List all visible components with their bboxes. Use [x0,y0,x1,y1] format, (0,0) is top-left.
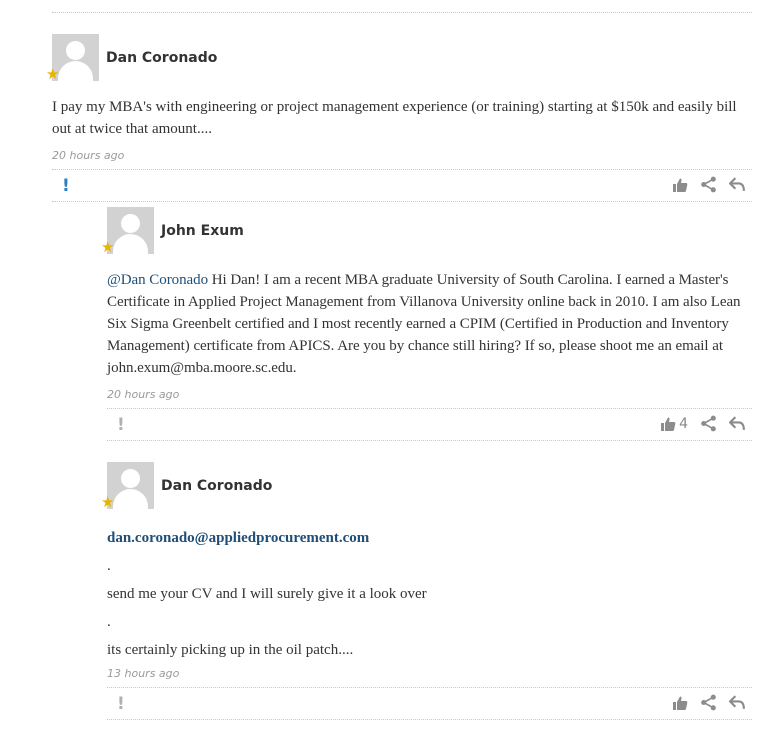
share-icon[interactable] [700,176,717,193]
star-icon: ★ [101,495,115,511]
thumbs-up-icon [673,696,688,710]
flag-button[interactable]: ! [117,415,125,435]
mention-link[interactable]: @Dan Coronado [107,272,208,288]
flag-button[interactable]: ! [62,176,70,196]
comment-timestamp: 13 hours ago [107,667,180,680]
comment-timestamp: 20 hours ago [107,388,180,401]
thumbs-up-icon [673,178,688,192]
like-button[interactable] [672,177,688,193]
flag-button[interactable]: ! [117,694,125,714]
comment-timestamp: 20 hours ago [52,149,125,162]
comment-author[interactable]: Dan Coronado [161,478,272,494]
comment-actions: ! 4 [107,408,752,441]
comment-body: dan.coronado@appliedprocurement.com . se… [107,524,752,664]
star-icon: ★ [46,67,60,83]
previous-comment-divider [52,12,752,13]
like-button[interactable]: 4 [660,416,688,432]
reply-icon[interactable] [729,176,746,193]
like-button[interactable] [672,695,688,711]
comment-body: I pay my MBA's with engineering or proje… [52,99,737,137]
share-icon[interactable] [700,415,717,432]
reply-icon[interactable] [729,694,746,711]
email-link[interactable]: dan.coronado@appliedprocurement.com [107,524,752,552]
reply-icon[interactable] [729,415,746,432]
comment-actions: ! [107,687,752,720]
comment-actions: ! [52,169,752,202]
comment-author[interactable]: John Exum [161,223,244,239]
comment-author[interactable]: Dan Coronado [106,50,217,66]
thumbs-up-icon [661,417,676,431]
share-icon[interactable] [700,694,717,711]
star-icon: ★ [101,240,115,256]
comment-body: @Dan Coronado Hi Dan! I am a recent MBA … [107,272,741,376]
like-count: 4 [679,415,688,432]
